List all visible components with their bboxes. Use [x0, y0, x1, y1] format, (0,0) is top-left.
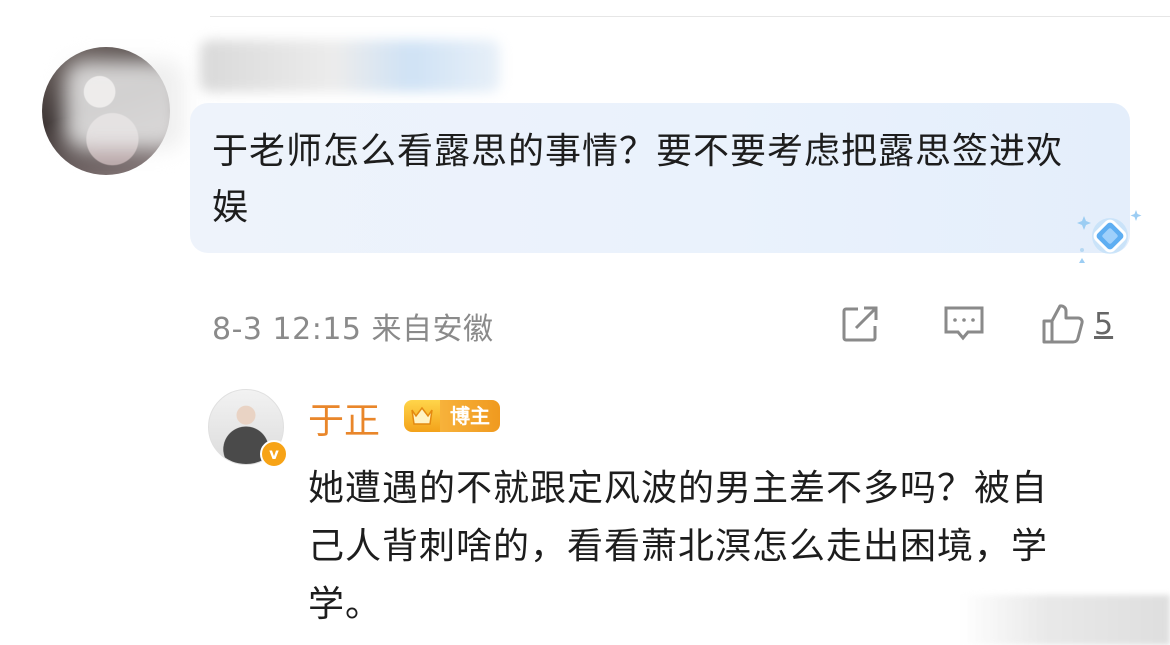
comment-timestamp: 8-3 12:15 — [212, 312, 362, 347]
crown-icon — [404, 400, 440, 432]
comment-text: 于老师怎么看露思的事情？要不要考虑把露思签进欢娱 — [212, 131, 1064, 228]
reply-text: 她遭遇的不就跟定风波的男主差不多吗？被自己人背刺啥的，看看萧北溟怎么走出困境，学… — [308, 468, 1049, 625]
comment-icon — [944, 306, 984, 341]
author-name[interactable]: 于正 — [308, 392, 380, 444]
top-divider — [210, 16, 1170, 17]
blogger-badge-label: 博主 — [440, 400, 500, 432]
commenter-username-blurred[interactable] — [200, 40, 500, 92]
comment-button[interactable] — [942, 304, 986, 344]
verified-v-icon: v — [260, 440, 288, 468]
watermark-blur — [960, 595, 1170, 645]
diamond-sparkle-icon — [1077, 210, 1142, 263]
blogger-badge: 博主 — [404, 400, 500, 432]
share-button[interactable] — [840, 304, 880, 344]
like-button[interactable]: 5 — [1040, 304, 1113, 344]
thumbs-up-icon — [1042, 304, 1084, 344]
share-icon — [842, 306, 878, 342]
comment-location: 来自安徽 — [371, 312, 494, 347]
like-count: 5 — [1094, 306, 1114, 342]
comment-meta: 8-3 12:15 来自安徽 — [212, 304, 494, 348]
avatar-blur-mask — [64, 60, 184, 150]
